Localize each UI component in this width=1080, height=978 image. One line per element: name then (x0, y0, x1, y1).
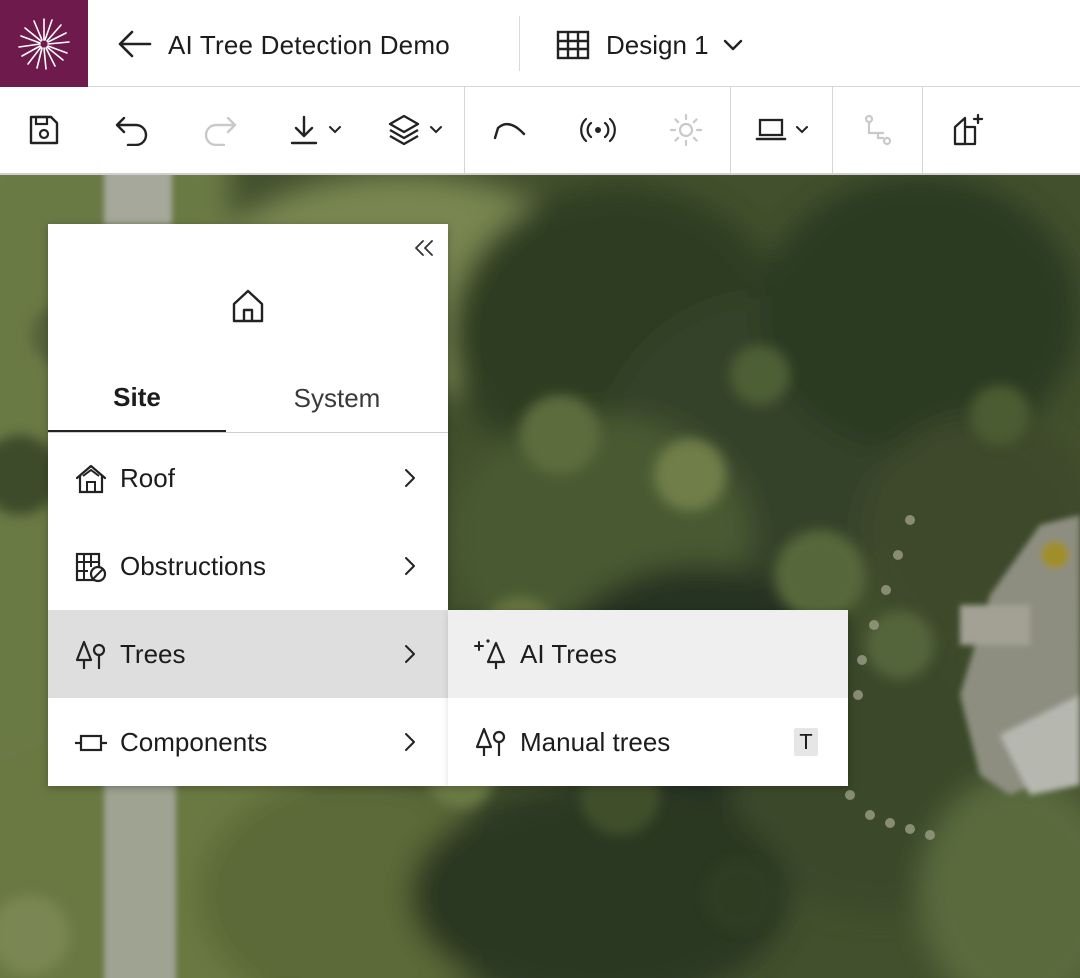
toolbar-separator (922, 87, 923, 173)
arc-tool-icon (493, 122, 526, 140)
download-menu-button[interactable] (282, 87, 348, 173)
tabs-divider (48, 432, 448, 433)
menu-item-label: Components (120, 726, 268, 757)
trees-submenu: AI Trees Manual trees T (448, 610, 848, 786)
tab-site[interactable]: Site (48, 364, 226, 432)
chevron-down-icon (430, 126, 442, 134)
chevron-right-icon (405, 733, 415, 751)
toolbar-separator (730, 87, 731, 173)
submenu-item-label: Manual trees (520, 727, 671, 757)
keyboard-shortcut-badge: T (794, 728, 818, 756)
toolbar (0, 87, 1080, 175)
trees-icon (75, 640, 106, 669)
view-menu-button[interactable] (752, 87, 812, 173)
arrow-left-icon (118, 30, 152, 58)
chevron-down-icon (723, 39, 742, 51)
header-divider (519, 16, 520, 71)
undo-button[interactable] (108, 87, 156, 173)
broadcast-icon (580, 117, 616, 143)
redo-icon (204, 116, 237, 146)
grid-icon (556, 30, 590, 60)
chevron-right-icon (405, 469, 415, 487)
roof-icon (75, 464, 107, 494)
menu-item-label: Trees (120, 638, 186, 669)
broadcast-button[interactable] (576, 87, 620, 173)
arc-tool-button[interactable] (488, 87, 532, 173)
design-name: Design 1 (606, 29, 709, 60)
toolbar-separator (464, 87, 465, 173)
add-to-roof-icon (953, 113, 984, 146)
ai-trees-icon (474, 639, 506, 669)
layers-icon (388, 114, 420, 146)
add-structure-button[interactable] (946, 87, 990, 173)
menu-item-label: Roof (120, 462, 175, 493)
collapse-panel-button[interactable] (412, 236, 436, 260)
submenu-item-label: AI Trees (520, 639, 617, 669)
save-icon (29, 115, 59, 145)
tab-system[interactable]: System (226, 364, 448, 432)
chevron-down-icon (329, 126, 341, 134)
top-header: AI Tree Detection Demo Design 1 (0, 0, 1080, 87)
sun-icon (669, 113, 703, 147)
menu-item-trees[interactable]: Trees (48, 610, 448, 698)
sunburst-logo-icon (18, 17, 70, 70)
download-icon (290, 115, 318, 145)
chevron-right-icon (405, 645, 415, 663)
site-panel: Site System Roof Obstructions Trees Comp… (48, 224, 448, 786)
menu-item-components[interactable]: Components (48, 698, 448, 786)
component-icon (75, 734, 107, 752)
menu-item-label: Obstructions (120, 550, 266, 581)
route-icon (864, 114, 892, 146)
routing-button[interactable] (856, 87, 900, 173)
menu-item-obstructions[interactable]: Obstructions (48, 522, 448, 610)
submenu-item-ai-trees[interactable]: AI Trees (448, 610, 848, 698)
submenu-item-manual-trees[interactable]: Manual trees T (448, 698, 848, 786)
obstruction-icon (75, 552, 107, 583)
chevrons-left-icon (415, 240, 433, 256)
back-button[interactable] (116, 28, 156, 60)
design-selector[interactable]: Design 1 (556, 26, 743, 64)
project-title: AI Tree Detection Demo (168, 30, 450, 60)
laptop-icon (755, 118, 787, 141)
app-logo[interactable] (0, 0, 88, 87)
redo-button[interactable] (196, 87, 244, 173)
shading-button[interactable] (664, 87, 708, 173)
chevron-down-icon (796, 126, 808, 134)
manual-trees-icon (475, 727, 506, 756)
chevron-right-icon (405, 557, 415, 575)
undo-icon (115, 116, 148, 146)
menu-item-roof[interactable]: Roof (48, 434, 448, 522)
home-icon (230, 288, 266, 324)
layers-menu-button[interactable] (382, 87, 448, 173)
save-button[interactable] (20, 87, 68, 173)
toolbar-separator (832, 87, 833, 173)
